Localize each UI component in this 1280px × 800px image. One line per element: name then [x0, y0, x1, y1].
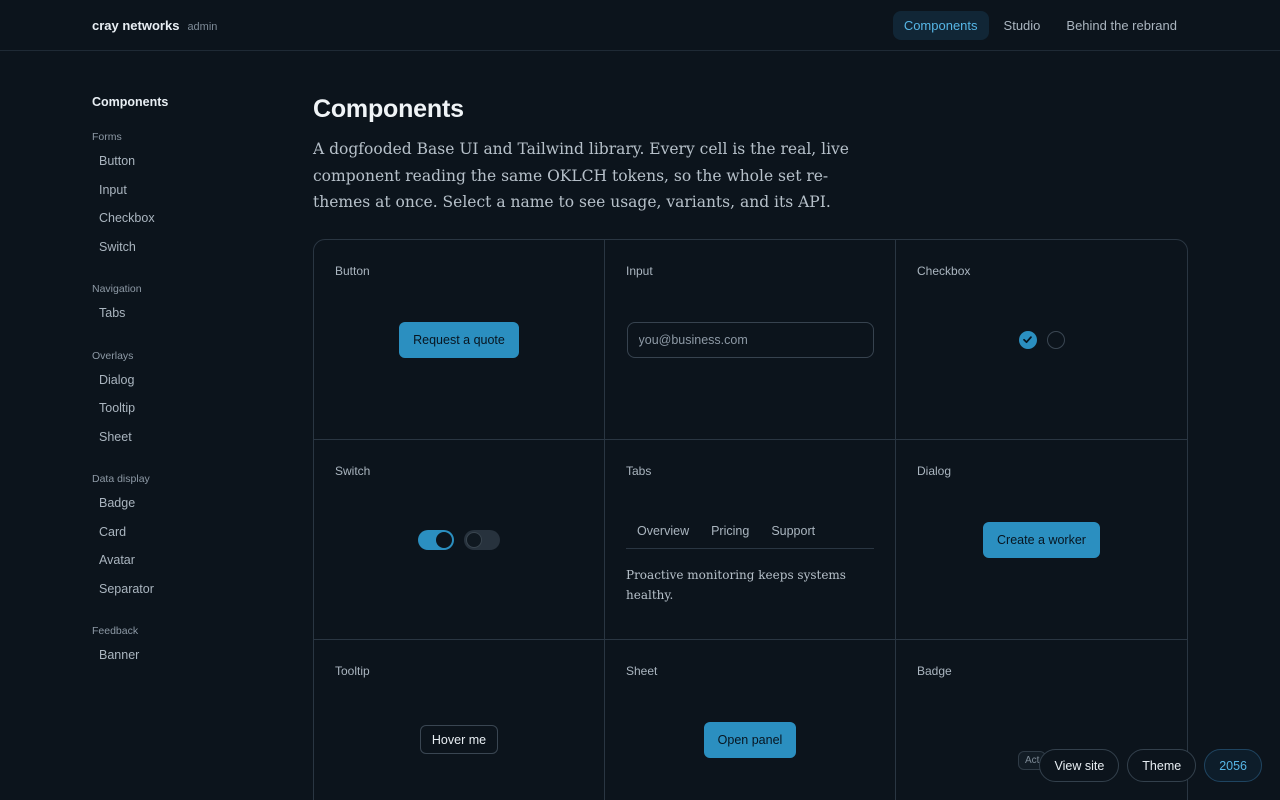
sidebar-group-forms: Forms Button Input Checkbox Switch — [92, 131, 272, 266]
sidebar-group-label: Navigation — [92, 283, 142, 295]
sidebar-group-feedback: Feedback Banner — [92, 625, 272, 675]
sidebar-title[interactable]: Components — [92, 95, 272, 109]
cell-sheet[interactable]: Sheet Open panel — [605, 640, 896, 800]
sidebar-item-avatar[interactable]: Avatar — [92, 551, 272, 580]
sidebar-group-label: Forms — [92, 131, 122, 143]
cell-dialog[interactable]: Dialog Create a worker — [896, 440, 1187, 640]
year-button[interactable]: 2056 — [1204, 749, 1262, 782]
cell-tooltip[interactable]: Tooltip Hover me — [314, 640, 605, 800]
sidebar-group-overlays: Overlays Dialog Tooltip Sheet — [92, 350, 272, 457]
sidebar-item-separator[interactable]: Separator — [92, 580, 272, 609]
main-content: Components A dogfooded Base UI and Tailw… — [313, 95, 1188, 216]
top-bar: cray networks admin Components Studio Be… — [0, 0, 1280, 51]
cell-switch[interactable]: Switch — [314, 440, 605, 640]
sidebar-item-badge[interactable]: Badge — [92, 494, 272, 523]
sidebar-item-switch[interactable]: Switch — [92, 238, 272, 267]
sidebar-item-banner[interactable]: Banner — [92, 646, 272, 675]
cell-title[interactable]: Badge — [917, 664, 952, 678]
sidebar-item-tooltip[interactable]: Tooltip — [92, 399, 272, 428]
create-worker-button[interactable]: Create a worker — [983, 521, 1100, 558]
tab-list: Overview Pricing Support — [626, 520, 874, 549]
hover-me-button[interactable]: Hover me — [419, 725, 499, 754]
switch-off[interactable] — [464, 529, 500, 550]
request-quote-button[interactable]: Request a quote — [399, 321, 519, 358]
page-description: A dogfooded Base UI and Tailwind library… — [313, 140, 849, 211]
page-title: Components — [313, 95, 464, 123]
checkbox-unchecked[interactable] — [1046, 330, 1065, 349]
tabs-demo: Overview Pricing Support Proactive monit… — [626, 520, 874, 605]
sidebar-item-checkbox[interactable]: Checkbox — [92, 209, 272, 238]
sidebar-item-tabs[interactable]: Tabs — [92, 304, 272, 333]
switch-knob — [466, 531, 482, 548]
theme-button[interactable]: Theme — [1127, 749, 1197, 782]
nav-behind-the-rebrand[interactable]: Behind the rebrand — [1055, 11, 1188, 40]
sidebar-group-label: Feedback — [92, 625, 139, 637]
nav-components[interactable]: Components — [892, 11, 989, 40]
sidebar-item-input[interactable]: Input — [92, 181, 272, 210]
sidebar-group-label: Overlays — [92, 349, 134, 362]
cell-button[interactable]: Button Request a quote — [314, 240, 605, 440]
nav-studio[interactable]: Studio — [993, 11, 1052, 40]
checkbox-checked[interactable] — [1018, 330, 1037, 349]
sidebar-item-button[interactable]: Button — [92, 152, 272, 181]
sidebar: Components Forms Button Input Checkbox S… — [92, 95, 272, 692]
tab-support[interactable]: Support — [760, 520, 826, 548]
view-site-button[interactable]: View site — [1039, 749, 1120, 782]
tab-overview[interactable]: Overview — [626, 520, 700, 548]
email-input[interactable] — [626, 321, 874, 358]
sidebar-item-sheet[interactable]: Sheet — [92, 428, 272, 457]
open-panel-button[interactable]: Open panel — [703, 721, 797, 758]
tab-panel-text: Proactive monitoring keeps systems healt… — [626, 568, 846, 602]
component-grid: Button Request a quote Input Checkbox Sw… — [313, 239, 1188, 800]
brand-role: admin — [187, 21, 218, 33]
sidebar-group-data-display: Data display Badge Card Avatar Separator — [92, 473, 272, 608]
top-nav: Components Studio Behind the rebrand — [892, 11, 1188, 40]
switch-on[interactable] — [418, 529, 454, 550]
switch-knob — [436, 531, 452, 548]
cell-tabs[interactable]: Tabs Overview Pricing Support Proactive … — [605, 440, 896, 640]
check-icon — [1023, 336, 1032, 344]
sidebar-item-dialog[interactable]: Dialog — [92, 371, 272, 400]
brand-name: cray networks — [92, 18, 180, 33]
brand[interactable]: cray networks admin — [92, 18, 217, 33]
sidebar-item-card[interactable]: Card — [92, 523, 272, 552]
cell-checkbox[interactable]: Checkbox — [896, 240, 1187, 440]
cell-input[interactable]: Input — [605, 240, 896, 440]
sidebar-group-label: Data display — [92, 473, 150, 485]
floating-controls: View site Theme 2056 — [1039, 749, 1262, 782]
sidebar-group-navigation: Navigation Tabs — [92, 283, 272, 333]
tab-pricing[interactable]: Pricing — [700, 520, 760, 548]
cell-title[interactable]: Tabs — [626, 464, 651, 478]
